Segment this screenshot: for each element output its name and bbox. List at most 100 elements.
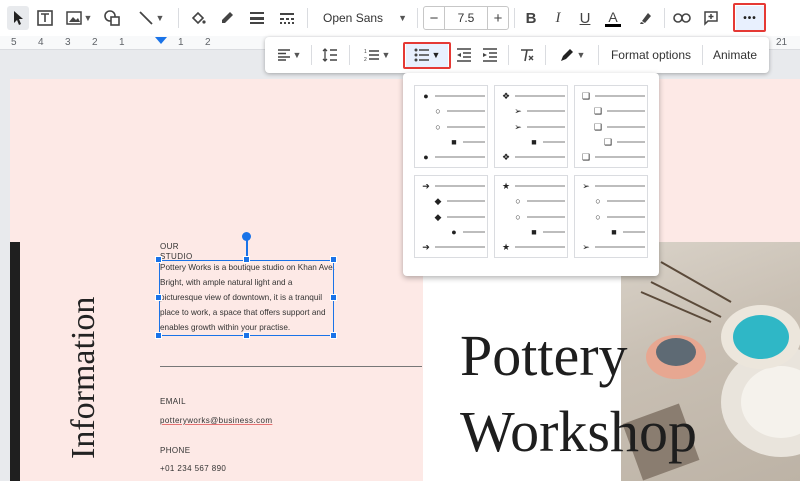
clear-formatting-button[interactable] xyxy=(516,43,538,67)
resize-handle[interactable] xyxy=(155,256,162,263)
resize-handle[interactable] xyxy=(155,294,162,301)
indent-marker-icon[interactable] xyxy=(155,37,167,44)
format-options-button[interactable]: Format options xyxy=(605,43,697,67)
bullet-preview-row: ➔ xyxy=(421,242,485,252)
vertical-title[interactable]: Information xyxy=(65,297,103,459)
bullet-symbol-icon: ➢ xyxy=(582,242,590,252)
underline-button[interactable]: U xyxy=(574,6,596,30)
bullet-style-option[interactable]: ➔ ◆ ◆ ● ➔ xyxy=(414,175,488,258)
bullet-style-option[interactable]: ★ ○ ○ ■ ★ xyxy=(494,175,568,258)
animate-label: Animate xyxy=(712,48,758,62)
ruler-number: 1 xyxy=(119,37,125,48)
bullet-style-option[interactable]: ● ○ ○ ■ ● xyxy=(414,85,488,168)
toolbar-divider xyxy=(508,45,509,65)
text-box-icon xyxy=(37,10,53,26)
line-spacing-button[interactable] xyxy=(319,43,341,67)
bullet-symbol-icon: ❑ xyxy=(581,91,591,101)
italic-button[interactable]: I xyxy=(547,6,569,30)
text-box-button[interactable] xyxy=(34,6,56,30)
bullet-symbol-icon: ○ xyxy=(435,106,441,116)
bullet-preview-row: ❑ xyxy=(593,106,645,116)
numbered-list-button[interactable]: 12 ▼ xyxy=(357,43,397,67)
text-box-selection[interactable] xyxy=(159,260,334,336)
toolbar-divider xyxy=(307,8,308,28)
border-color-button[interactable] xyxy=(216,6,238,30)
animate-button[interactable]: Animate xyxy=(707,43,763,67)
bullet-symbol-icon: ❑ xyxy=(603,137,613,147)
bold-button[interactable]: B xyxy=(520,6,542,30)
line-button[interactable]: ▼ xyxy=(131,6,171,30)
chevron-down-icon: ▼ xyxy=(398,13,407,23)
align-button[interactable]: ▼ xyxy=(273,43,305,67)
toolbar-divider xyxy=(417,8,418,28)
bullet-preview-line xyxy=(543,231,565,233)
ruler-number: 4 xyxy=(38,37,44,48)
slide-divider xyxy=(160,366,422,367)
insert-link-button[interactable] xyxy=(671,6,693,30)
add-comment-button[interactable] xyxy=(700,6,722,30)
ruler-number: 2 xyxy=(205,37,211,48)
title-line-2[interactable]: Workshop xyxy=(460,403,697,461)
decrease-indent-button[interactable] xyxy=(453,43,475,67)
font-family-dropdown[interactable]: Open Sans ▼ xyxy=(315,6,413,30)
plus-icon: + xyxy=(493,9,503,27)
highlight-color-button[interactable] xyxy=(634,6,656,30)
indent-decrease-icon xyxy=(457,48,471,62)
resize-handle[interactable] xyxy=(243,332,250,339)
format-options-label: Format options xyxy=(610,48,692,62)
decrease-font-size-button[interactable]: − xyxy=(423,6,445,30)
bullet-preview-line xyxy=(447,110,485,112)
font-size-input[interactable]: 7.5 xyxy=(445,6,487,30)
bullet-preview-line xyxy=(515,246,565,248)
increase-font-size-button[interactable]: + xyxy=(487,6,509,30)
shape-button[interactable] xyxy=(101,6,123,30)
title-line-1[interactable]: Pottery xyxy=(460,327,628,385)
bullet-preview-line xyxy=(617,141,645,143)
italic-icon: I xyxy=(555,9,561,26)
resize-handle[interactable] xyxy=(330,294,337,301)
font-size-value: 7.5 xyxy=(457,11,475,25)
pencil-icon xyxy=(222,12,233,23)
font-family-label: Open Sans xyxy=(323,11,384,25)
border-dash-button[interactable] xyxy=(276,6,298,30)
bullet-style-option[interactable]: ❑ ❑ ❑ ❑ ❑ xyxy=(574,85,648,168)
bullet-preview-line xyxy=(543,141,565,143)
select-tool-button[interactable] xyxy=(7,6,29,30)
bullet-preview-row: ◆ xyxy=(433,212,485,222)
bullet-style-option[interactable]: ❖ ➢ ➢ ■ ❖ xyxy=(494,85,568,168)
rotate-handle[interactable] xyxy=(242,232,251,241)
bullet-preview-line xyxy=(435,95,485,97)
text-color-button[interactable]: A xyxy=(602,6,624,30)
bullet-preview-row: ○ xyxy=(513,196,565,206)
resize-handle[interactable] xyxy=(330,332,337,339)
bullet-preview-line xyxy=(527,110,565,112)
resize-handle[interactable] xyxy=(243,256,250,263)
bullet-preview-row: ➢ xyxy=(581,242,645,252)
bullet-preview-row: ❑ xyxy=(581,91,645,101)
bullet-preview-line xyxy=(435,185,485,187)
line-icon xyxy=(138,11,153,25)
resize-handle[interactable] xyxy=(330,256,337,263)
line-spacing-icon xyxy=(322,48,337,62)
more-button-highlight xyxy=(733,3,766,32)
bullet-preview-row: ★ xyxy=(501,181,565,191)
bullet-preview-line xyxy=(447,200,485,202)
fill-color-button[interactable] xyxy=(187,6,209,30)
increase-indent-button[interactable] xyxy=(479,43,501,67)
resize-handle[interactable] xyxy=(155,332,162,339)
toolbar-divider xyxy=(664,8,665,28)
bullet-symbol-icon: ❖ xyxy=(501,152,511,162)
phone-value[interactable]: +01 234 567 890 xyxy=(160,464,226,473)
email-value[interactable]: potteryworks@business.com xyxy=(160,416,272,425)
clear-format-icon xyxy=(521,49,534,62)
bullet-preview-row: ➢ xyxy=(581,181,645,191)
bullet-symbol-icon: ➢ xyxy=(582,181,590,191)
border-weight-button[interactable] xyxy=(246,6,268,30)
bullet-preview-row: ● xyxy=(421,152,485,162)
pen-color-button[interactable]: ▼ xyxy=(553,43,591,67)
bullet-preview-line xyxy=(447,216,485,218)
toolbar-divider xyxy=(702,45,703,65)
bullet-style-option[interactable]: ➢ ○ ○ ■ ➢ xyxy=(574,175,648,258)
bullet-preview-line xyxy=(463,231,485,233)
insert-image-button[interactable]: ▼ xyxy=(62,6,96,30)
